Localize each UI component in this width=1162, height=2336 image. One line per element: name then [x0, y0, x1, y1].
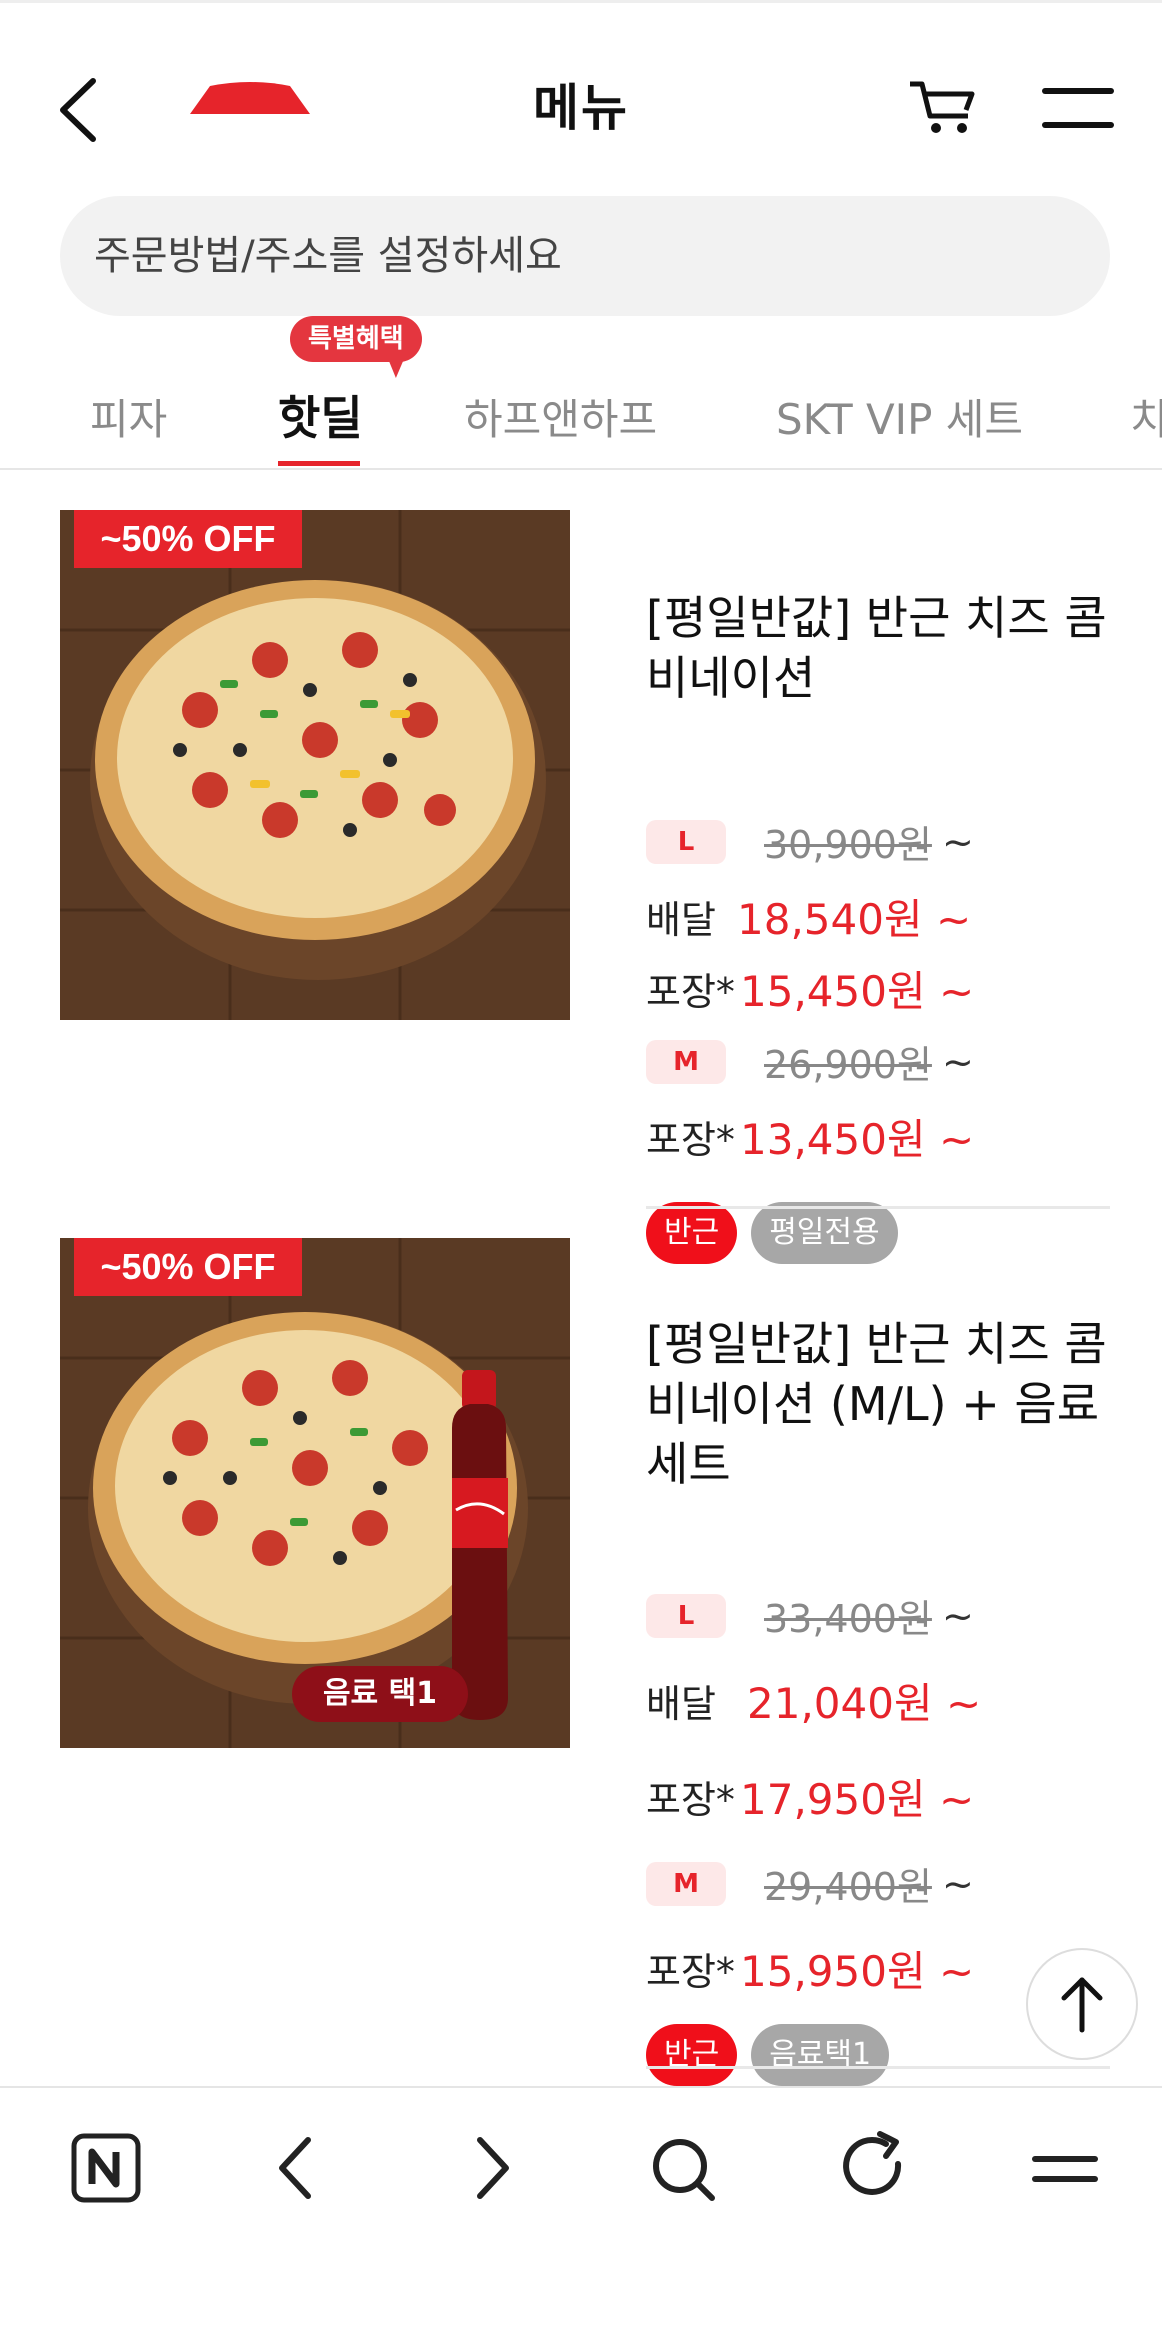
- chip-group: 반근 평일전용: [646, 1202, 912, 1264]
- price-row: 포장* 13,450원 ~: [646, 1106, 974, 1166]
- price-label: 포장*: [646, 1118, 735, 1162]
- tab-hotdeal[interactable]: 핫딜: [278, 382, 363, 448]
- cart-icon[interactable]: [908, 78, 976, 136]
- price-label: 포장*: [646, 970, 735, 1014]
- size-row-m: M 26,900원 ~: [646, 1034, 974, 1094]
- tilde: ~: [941, 819, 974, 864]
- size-badge: L: [646, 819, 726, 864]
- scroll-top-button[interactable]: [1026, 1948, 1138, 2060]
- sale-price: 18,540원 ~: [737, 895, 972, 944]
- product-image[interactable]: ~50% OFF 음료 택1: [60, 1238, 570, 1748]
- divider: [646, 2066, 1110, 2069]
- chip-weekday-only: 평일전용: [751, 1202, 898, 1264]
- discount-tag: ~50% OFF: [74, 510, 302, 568]
- price-row: 포장* 17,950원 ~: [646, 1766, 974, 1826]
- size-row-m: M 29,400원 ~: [646, 1856, 974, 1916]
- badge-tail: [381, 354, 407, 378]
- price-row: 배달 18,540원 ~: [646, 886, 971, 946]
- browser-toolbar: [0, 2086, 1162, 2336]
- back-icon[interactable]: [248, 2128, 348, 2208]
- price-label: 배달: [646, 898, 716, 942]
- product-name[interactable]: [평일반값] 반근 치즈 콤비네이션 (M/L) + 음료 세트: [646, 1314, 1112, 1494]
- tilde: ~: [941, 1039, 974, 1084]
- sale-price: 17,950원 ~: [740, 1775, 975, 1824]
- tilde: ~: [941, 1593, 974, 1638]
- chip-half-pound: 반근: [646, 2024, 738, 2086]
- sale-price: 15,950원 ~: [740, 1947, 975, 1996]
- product-name[interactable]: [평일반값] 반근 치즈 콤비네이션: [646, 588, 1112, 708]
- tab-pizza[interactable]: 피자: [90, 386, 167, 447]
- refresh-icon[interactable]: [824, 2128, 924, 2208]
- arrow-up-icon: [1061, 1977, 1103, 2033]
- discount-tag: ~50% OFF: [74, 1238, 302, 1296]
- product-image[interactable]: ~50% OFF: [60, 510, 570, 1020]
- original-price: 30,900원: [764, 823, 932, 867]
- price-label: 포장*: [646, 1950, 735, 1994]
- forward-icon[interactable]: [440, 2128, 540, 2208]
- size-row-l: L 33,400원 ~: [646, 1588, 974, 1648]
- size-badge: M: [646, 1039, 726, 1084]
- sale-price: 21,040원 ~: [747, 1679, 982, 1728]
- category-tabs: 특별혜택 피자 핫딜 하프앤하프 SKT VIP 세트 치: [0, 316, 1162, 470]
- product-info: [평일반값] 반근 치즈 콤비네이션 (M/L) + 음료 세트 L 33,400…: [646, 1314, 1112, 2086]
- original-price: 33,400원: [764, 1597, 932, 1641]
- drink-choice-tag: 음료 택1: [292, 1666, 468, 1722]
- price-row: 배달 21,040원 ~: [646, 1670, 981, 1730]
- price-label: 배달: [646, 1682, 716, 1726]
- price-row: 포장* 15,450원 ~: [646, 958, 974, 1018]
- sale-price: 15,450원 ~: [740, 967, 975, 1016]
- chip-half-pound: 반근: [646, 1202, 738, 1264]
- search-icon[interactable]: [632, 2128, 732, 2208]
- sale-price: 13,450원 ~: [740, 1115, 975, 1164]
- menu-icon[interactable]: [1016, 2128, 1116, 2208]
- address-input[interactable]: 주문방법/주소를 설정하세요: [60, 196, 1110, 316]
- chip-group: 반근 음료택1: [646, 2024, 903, 2086]
- header: 메뉴: [0, 0, 1162, 200]
- size-badge: M: [646, 1861, 726, 1906]
- tab-skt-vip-set[interactable]: SKT VIP 세트: [776, 386, 1023, 447]
- original-price: 29,400원: [764, 1865, 932, 1909]
- chip-drink-choice: 음료택1: [751, 2024, 890, 2086]
- size-row-l: L 30,900원 ~: [646, 814, 974, 874]
- tab-half-and-half[interactable]: 하프앤하프: [464, 386, 657, 447]
- product-info: [평일반값] 반근 치즈 콤비네이션 L 30,900원 ~ 배달 18,540원 …: [646, 588, 1112, 1264]
- original-price: 26,900원: [764, 1043, 932, 1087]
- hamburger-icon[interactable]: [1042, 86, 1114, 130]
- divider: [646, 1206, 1110, 1209]
- price-label: 포장*: [646, 1778, 735, 1822]
- size-badge: L: [646, 1593, 726, 1638]
- tilde: ~: [941, 1861, 974, 1906]
- tab-next[interactable]: 치: [1130, 386, 1162, 447]
- active-tab-indicator: [278, 461, 360, 466]
- page-title: 메뉴: [533, 79, 629, 137]
- price-row: 포장* 15,950원 ~: [646, 1938, 974, 1998]
- naver-icon[interactable]: [54, 2128, 154, 2208]
